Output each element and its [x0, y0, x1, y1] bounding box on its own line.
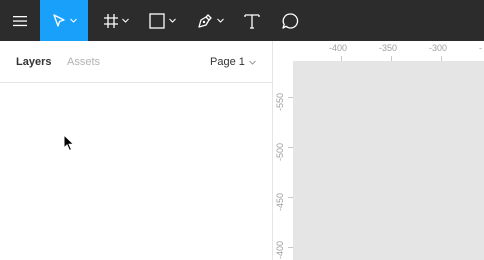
- ruler-top: -400 -350 -300 -: [293, 41, 484, 62]
- text-icon: [244, 13, 260, 29]
- tab-layers[interactable]: Layers: [16, 56, 51, 68]
- shape-tool-button[interactable]: [142, 0, 182, 41]
- text-tool-button[interactable]: [234, 0, 270, 41]
- ruler-top-label: -300: [429, 43, 448, 53]
- ruler-left-label: -450: [275, 192, 285, 211]
- left-panel: Layers Assets Page 1: [0, 41, 273, 260]
- ruler-tick: [288, 197, 293, 198]
- chevron-down-icon: [168, 18, 176, 23]
- pen-tool-button[interactable]: [190, 0, 230, 41]
- rectangle-icon: [148, 12, 165, 29]
- ruler-top-label: -350: [379, 43, 398, 53]
- page-select-label: Page 1: [210, 56, 245, 68]
- ruler-left-label: -550: [275, 92, 285, 111]
- chevron-down-icon: [216, 18, 224, 23]
- ruler-corner: [273, 41, 293, 61]
- ruler-top-label: -: [479, 43, 482, 53]
- hamburger-menu-icon: [13, 15, 27, 26]
- ruler-tick: [441, 56, 442, 61]
- chevron-down-icon: [121, 18, 129, 23]
- tab-assets[interactable]: Assets: [67, 56, 100, 68]
- ruler-left-label: -500: [275, 142, 285, 161]
- comment-tool-button[interactable]: [272, 0, 308, 41]
- layers-list[interactable]: [0, 83, 272, 260]
- mouse-cursor-icon: [63, 134, 75, 152]
- ruler-left: -550 -500 -450 -400: [273, 61, 294, 260]
- comment-bubble-icon: [282, 12, 299, 29]
- ruler-tick: [288, 97, 293, 98]
- chevron-down-icon: [69, 18, 77, 23]
- panel-tabs: Layers Assets Page 1: [0, 41, 272, 83]
- ruler-tick: [288, 247, 293, 248]
- ruler-left-label: -400: [275, 240, 285, 259]
- ruler-tick: [391, 56, 392, 61]
- pen-icon: [197, 13, 212, 28]
- move-arrow-icon: [52, 13, 65, 27]
- frame-tool-button[interactable]: [96, 0, 136, 41]
- canvas-area: -400 -350 -300 - -550 -500 -450 -400: [273, 41, 484, 260]
- ruler-tick: [288, 147, 293, 148]
- main-menu-button[interactable]: [0, 0, 40, 41]
- toolbar: [0, 0, 484, 41]
- ruler-tick: [341, 56, 342, 61]
- frame-hash-icon: [103, 13, 118, 28]
- design-canvas[interactable]: [294, 62, 484, 260]
- chevron-down-icon: [249, 60, 256, 65]
- page-select-dropdown[interactable]: Page 1: [210, 56, 256, 68]
- move-tool-button[interactable]: [40, 0, 88, 41]
- ruler-top-label: -400: [329, 43, 348, 53]
